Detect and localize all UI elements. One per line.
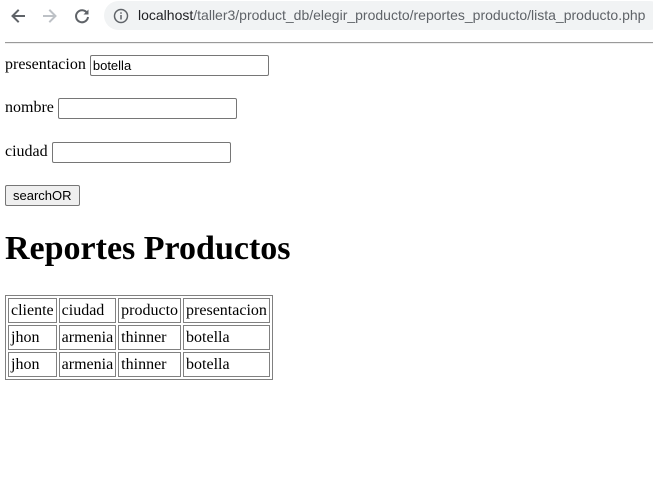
nombre-row: nombre [5,97,237,119]
cell-cliente: jhon [8,325,57,350]
report-table: cliente ciudad producto presentacion jho… [5,295,273,380]
url-path: /taller3/product_db/elegir_producto/repo… [193,7,646,23]
info-icon[interactable] [112,7,130,25]
cell-cliente: jhon [8,352,57,377]
presentacion-input[interactable] [89,54,269,76]
reload-icon [75,9,89,24]
table-row: jhon armenia thinner botella [8,325,270,350]
ciudad-row: ciudad [5,141,231,163]
ciudad-input[interactable] [51,141,231,163]
url-text[interactable]: localhost/taller3/product_db/elegir_prod… [138,7,645,23]
arrow-right-icon [43,9,57,23]
nombre-label: nombre [5,99,54,116]
cell-ciudad: armenia [58,325,117,350]
header-producto: producto [118,298,182,323]
cell-producto: thinner [118,325,182,350]
cell-producto: thinner [118,352,182,377]
arrow-left-icon [11,9,25,23]
separator [5,42,653,44]
presentacion-label: presentacion [5,56,86,73]
cell-presentacion: botella [183,325,270,350]
cell-presentacion: botella [183,352,270,377]
table-row: jhon armenia thinner botella [8,352,270,377]
presentacion-row: presentacion [5,54,269,76]
header-presentacion: presentacion [183,298,270,323]
page-title: Reportes Productos [5,230,291,267]
nombre-input[interactable] [57,97,237,119]
header-cliente: cliente [8,298,57,323]
table-header-row: cliente ciudad producto presentacion [8,298,270,323]
url-host: localhost [138,7,194,23]
browser-toolbar: localhost/taller3/product_db/elegir_prod… [0,0,653,32]
forward-button[interactable] [38,4,62,28]
ciudad-label: ciudad [5,143,48,160]
header-ciudad: ciudad [58,298,117,323]
search-button[interactable]: searchOR [5,185,80,206]
address-bar[interactable]: localhost/taller3/product_db/elegir_prod… [104,1,653,30]
reload-button[interactable] [70,4,94,28]
cell-ciudad: armenia [58,352,117,377]
back-button[interactable] [6,4,30,28]
